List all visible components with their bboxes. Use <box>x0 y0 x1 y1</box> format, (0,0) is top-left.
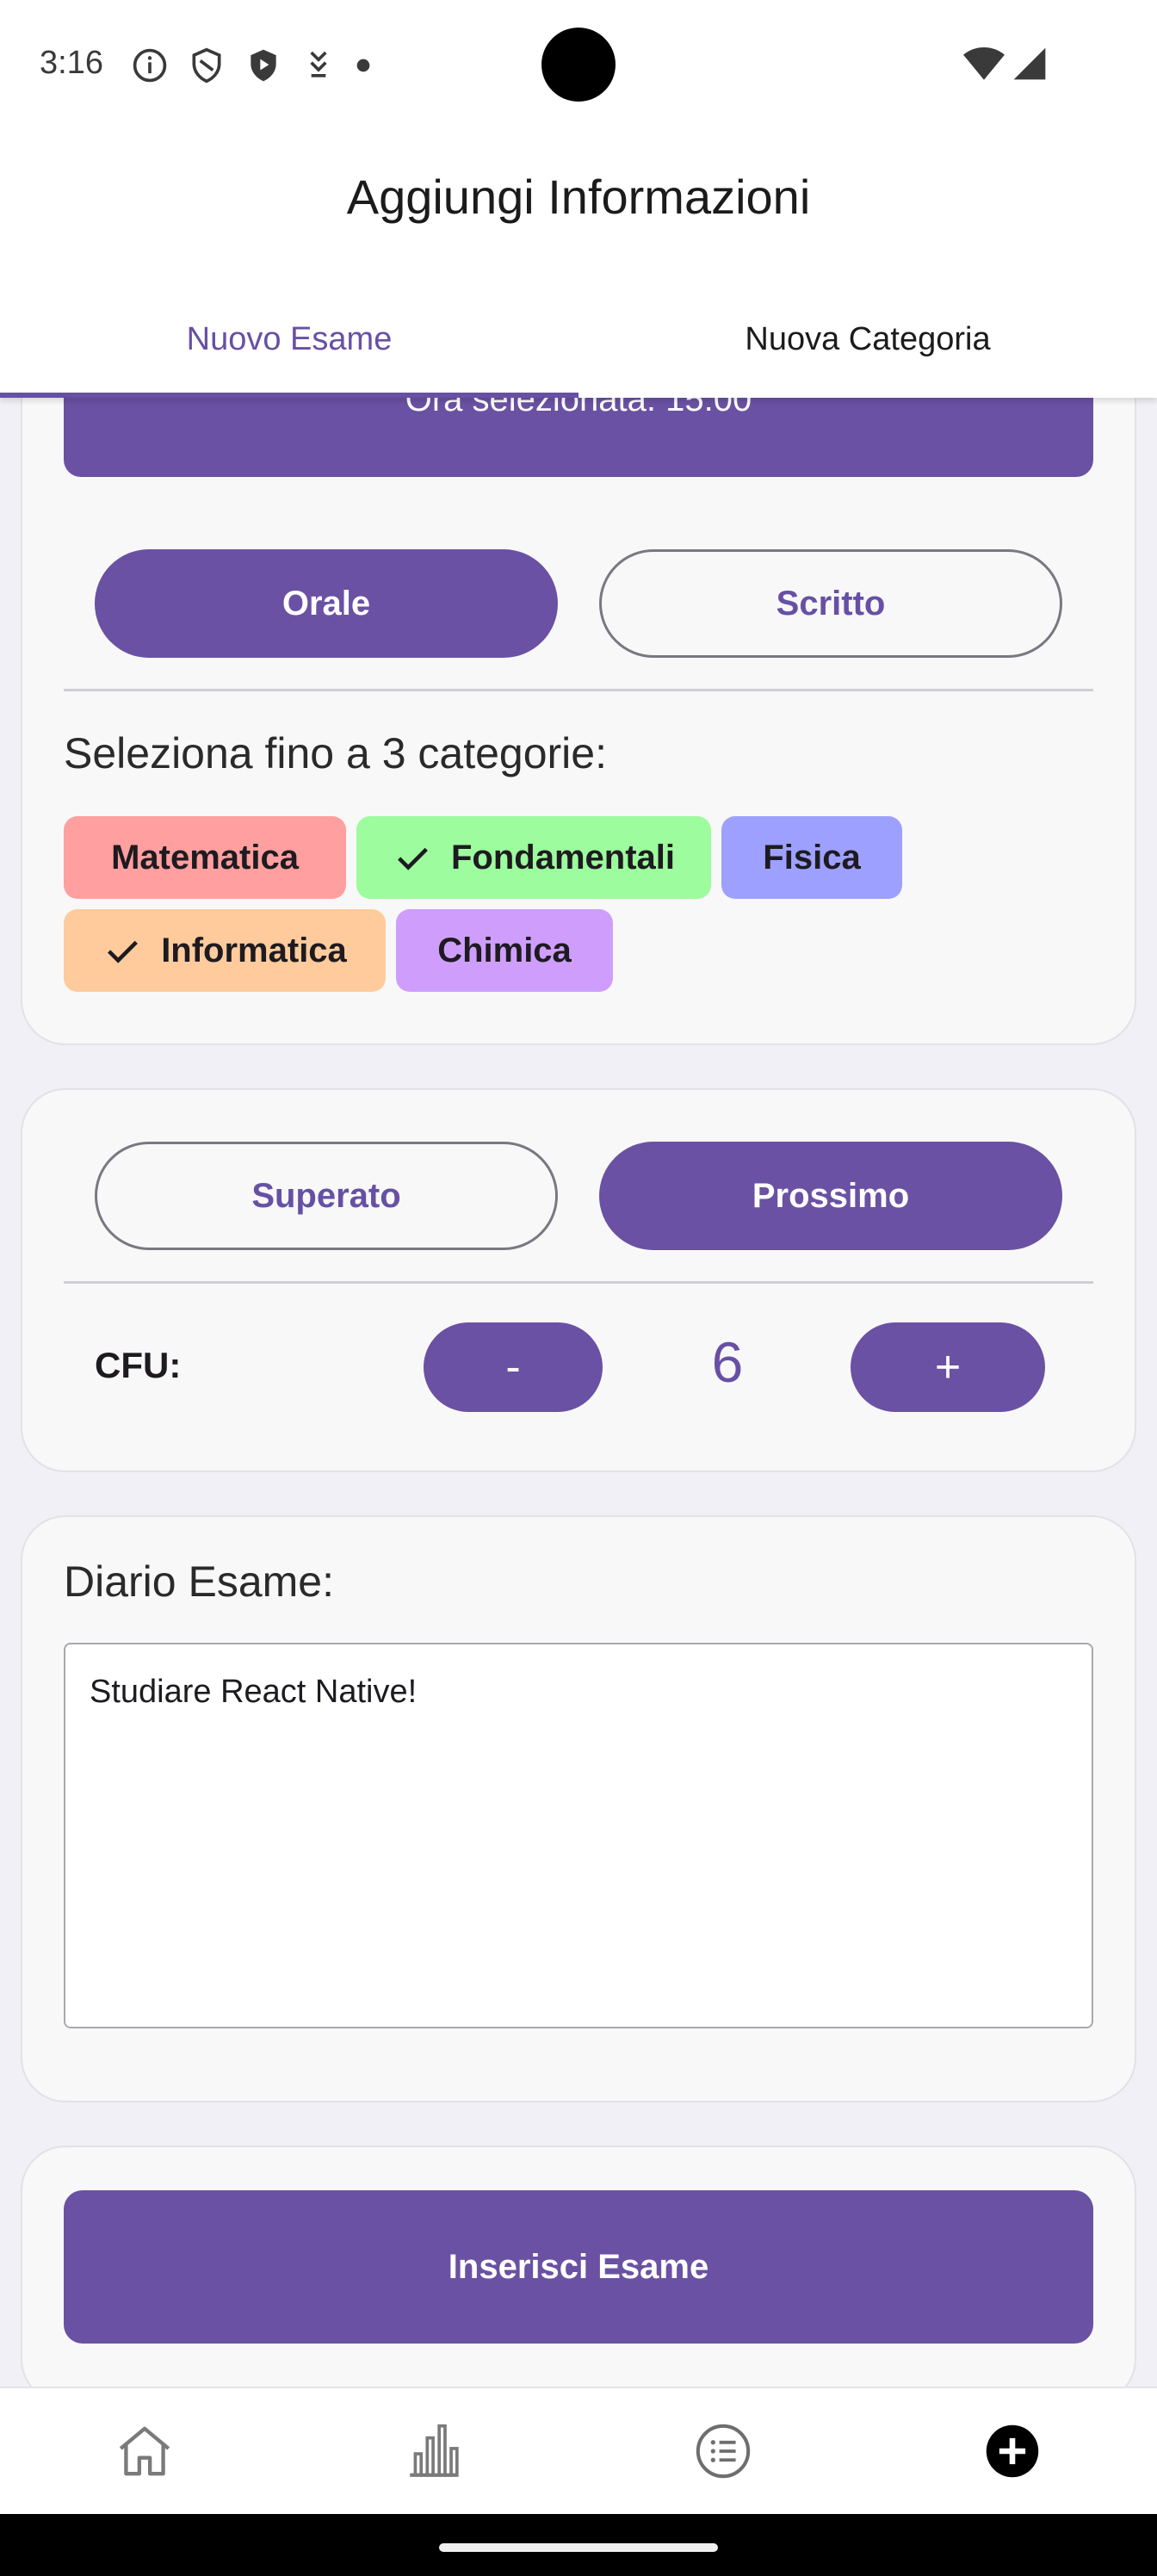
nav-list[interactable] <box>578 2388 868 2514</box>
chip-label: Matematica <box>111 838 299 876</box>
diary-text: Studiare React Native! <box>90 1674 418 1710</box>
submit-exam-button[interactable]: Inserisci Esame <box>64 2190 1093 2344</box>
info-icon <box>133 48 167 83</box>
status-bar: 3:16 <box>0 0 1157 129</box>
status-upcoming-button[interactable]: Prossimo <box>599 1142 1062 1250</box>
category-chip-informatica[interactable]: Informatica <box>64 909 386 992</box>
category-chip-fisica[interactable]: Fisica <box>721 816 902 899</box>
nav-add[interactable] <box>868 2388 1157 2514</box>
list-icon <box>696 2424 751 2479</box>
page-title: Aggiungi Informazioni <box>346 169 811 224</box>
category-chip-fondamentali[interactable]: Fondamentali <box>356 816 711 899</box>
nav-stats[interactable] <box>289 2388 578 2514</box>
nav-home[interactable] <box>0 2388 289 2514</box>
status-left-icons <box>131 46 372 84</box>
divider <box>64 1281 1093 1284</box>
cfu-label: CFU: <box>95 1345 182 1385</box>
tab-indicator <box>0 393 578 398</box>
cfu-value: 6 <box>711 1330 744 1394</box>
chip-label: Chimica <box>437 931 572 969</box>
tab-new-category[interactable]: Nuova Categoria <box>578 281 1157 398</box>
tab-new-exam[interactable]: Nuovo Esame <box>0 281 578 398</box>
wifi-icon <box>963 46 1005 80</box>
screen: 3:16 Aggiungi Informazioni Ora seleziona… <box>0 0 1157 2576</box>
add-circle-icon <box>986 2424 1039 2478</box>
home-icon <box>119 2426 170 2476</box>
tab-bar: Nuovo Esame Nuova Categoria <box>0 281 1157 398</box>
category-chip-matematica[interactable]: Matematica <box>64 816 346 899</box>
cfu-decrement-button[interactable]: - <box>424 1322 603 1412</box>
check-icon <box>398 847 428 870</box>
diary-textarea[interactable]: Studiare React Native! <box>64 1643 1093 2028</box>
bottom-navigation <box>0 2387 1157 2514</box>
signal-icon <box>1013 47 1046 80</box>
status-time: 3:16 <box>40 45 103 81</box>
stats-icon <box>410 2424 459 2477</box>
chip-label: Fisica <box>763 838 861 876</box>
status-right-icons <box>962 45 1049 83</box>
gesture-handle[interactable] <box>439 2543 718 2552</box>
selected-time-text: Ora selezionata: 15:00 <box>405 398 752 418</box>
status-passed-button[interactable]: Superato <box>95 1142 558 1250</box>
dot-icon <box>356 59 370 72</box>
download-icon <box>310 51 327 77</box>
cfu-increment-button[interactable]: + <box>851 1322 1045 1412</box>
app-header: Aggiungi Informazioni <box>0 129 1157 281</box>
time-picker-button[interactable]: Ora selezionata: 15:00 <box>64 398 1093 477</box>
chip-label: Fondamentali <box>450 838 676 876</box>
type-oral-button[interactable]: Orale <box>95 549 558 658</box>
chip-label: Informatica <box>161 931 347 969</box>
shield-outline-icon <box>192 47 221 84</box>
shield-play-icon <box>251 49 276 82</box>
type-written-button[interactable]: Scritto <box>599 549 1062 658</box>
camera-cutout <box>541 28 616 102</box>
diary-label: Diario Esame: <box>64 1557 334 1606</box>
categories-label: Seleziona fino a 3 categorie: <box>64 729 607 777</box>
divider <box>64 689 1093 691</box>
category-chip-chimica[interactable]: Chimica <box>396 909 613 992</box>
check-icon <box>108 940 139 963</box>
